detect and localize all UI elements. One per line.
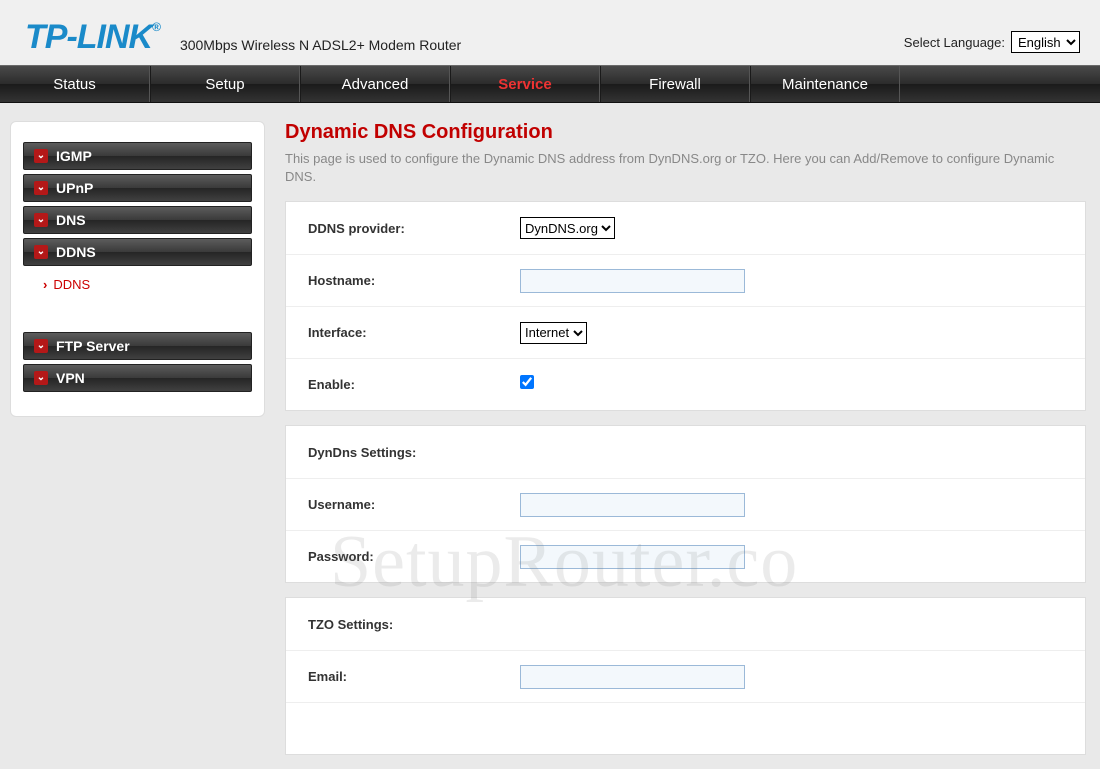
sidebar-item-igmp[interactable]: ⌄ IGMP [23, 142, 252, 170]
nav-advanced[interactable]: Advanced [300, 66, 450, 102]
interface-label: Interface: [286, 325, 516, 340]
nav-maintenance[interactable]: Maintenance [750, 66, 900, 102]
email-label: Email: [286, 669, 516, 684]
username-input[interactable] [520, 493, 745, 517]
navbar: Status Setup Advanced Service Firewall M… [0, 65, 1100, 103]
chevron-down-icon: ⌄ [34, 213, 48, 227]
sidebar-item-label: UPnP [56, 174, 93, 202]
tzo-section-header: TZO Settings: [286, 617, 516, 632]
language-selector: Select Language: English [904, 31, 1080, 57]
page-title: Dynamic DNS Configuration [285, 121, 1086, 144]
sidebar-item-label: DNS [56, 206, 86, 234]
chevron-down-icon: ⌄ [34, 181, 48, 195]
chevron-down-icon: ⌄ [34, 245, 48, 259]
chevron-down-icon: ⌄ [34, 371, 48, 385]
sidebar-item-dns[interactable]: ⌄ DNS [23, 206, 252, 234]
panel-tzo-settings: TZO Settings: Email: [285, 597, 1086, 755]
sidebar-item-ddns[interactable]: ⌄ DDNS [23, 238, 252, 266]
sidebar-item-upnp[interactable]: ⌄ UPnP [23, 174, 252, 202]
enable-checkbox[interactable] [520, 375, 534, 389]
sidebar-item-label: VPN [56, 364, 85, 392]
ddns-provider-label: DDNS provider: [286, 221, 516, 236]
sidebar-item-label: FTP Server [56, 332, 130, 360]
enable-label: Enable: [286, 377, 516, 392]
nav-service[interactable]: Service [450, 66, 600, 102]
sidebar: ⌄ IGMP ⌄ UPnP ⌄ DNS ⌄ DDNS DDNS ⌄ FTP Se… [10, 121, 265, 417]
chevron-down-icon: ⌄ [34, 149, 48, 163]
tagline: 300Mbps Wireless N ADSL2+ Modem Router [180, 37, 461, 57]
language-label: Select Language: [904, 35, 1005, 50]
ddns-provider-select[interactable]: DynDNS.org [520, 217, 615, 239]
sidebar-subgroup: DDNS [23, 270, 252, 304]
hostname-label: Hostname: [286, 273, 516, 288]
sidebar-item-label: DDNS [56, 238, 96, 266]
logo: TP-LINK® [25, 18, 170, 57]
hostname-input[interactable] [520, 269, 745, 293]
logo-text: TP-LINK [25, 18, 152, 56]
nav-firewall[interactable]: Firewall [600, 66, 750, 102]
panel-ddns-config: DDNS provider: DynDNS.org Hostname: Inte… [285, 201, 1086, 411]
sidebar-sub-ddns[interactable]: DDNS [43, 277, 90, 292]
email-input[interactable] [520, 665, 745, 689]
username-label: Username: [286, 497, 516, 512]
sidebar-item-ftp-server[interactable]: ⌄ FTP Server [23, 332, 252, 360]
password-label: Password: [286, 549, 516, 564]
language-select[interactable]: English [1011, 31, 1080, 53]
page-description: This page is used to configure the Dynam… [285, 150, 1086, 185]
sidebar-item-vpn[interactable]: ⌄ VPN [23, 364, 252, 392]
header: TP-LINK® 300Mbps Wireless N ADSL2+ Modem… [0, 0, 1100, 65]
logo-reg: ® [152, 20, 160, 34]
dyndns-section-header: DynDns Settings: [286, 445, 516, 460]
password-input[interactable] [520, 545, 745, 569]
panel-dyndns-settings: DynDns Settings: Username: Password: [285, 425, 1086, 583]
nav-setup[interactable]: Setup [150, 66, 300, 102]
nav-status[interactable]: Status [0, 66, 150, 102]
interface-select[interactable]: Internet [520, 322, 587, 344]
content: ⌄ IGMP ⌄ UPnP ⌄ DNS ⌄ DDNS DDNS ⌄ FTP Se… [0, 103, 1100, 769]
sidebar-item-label: IGMP [56, 142, 92, 170]
chevron-down-icon: ⌄ [34, 339, 48, 353]
main: Dynamic DNS Configuration This page is u… [285, 121, 1090, 769]
